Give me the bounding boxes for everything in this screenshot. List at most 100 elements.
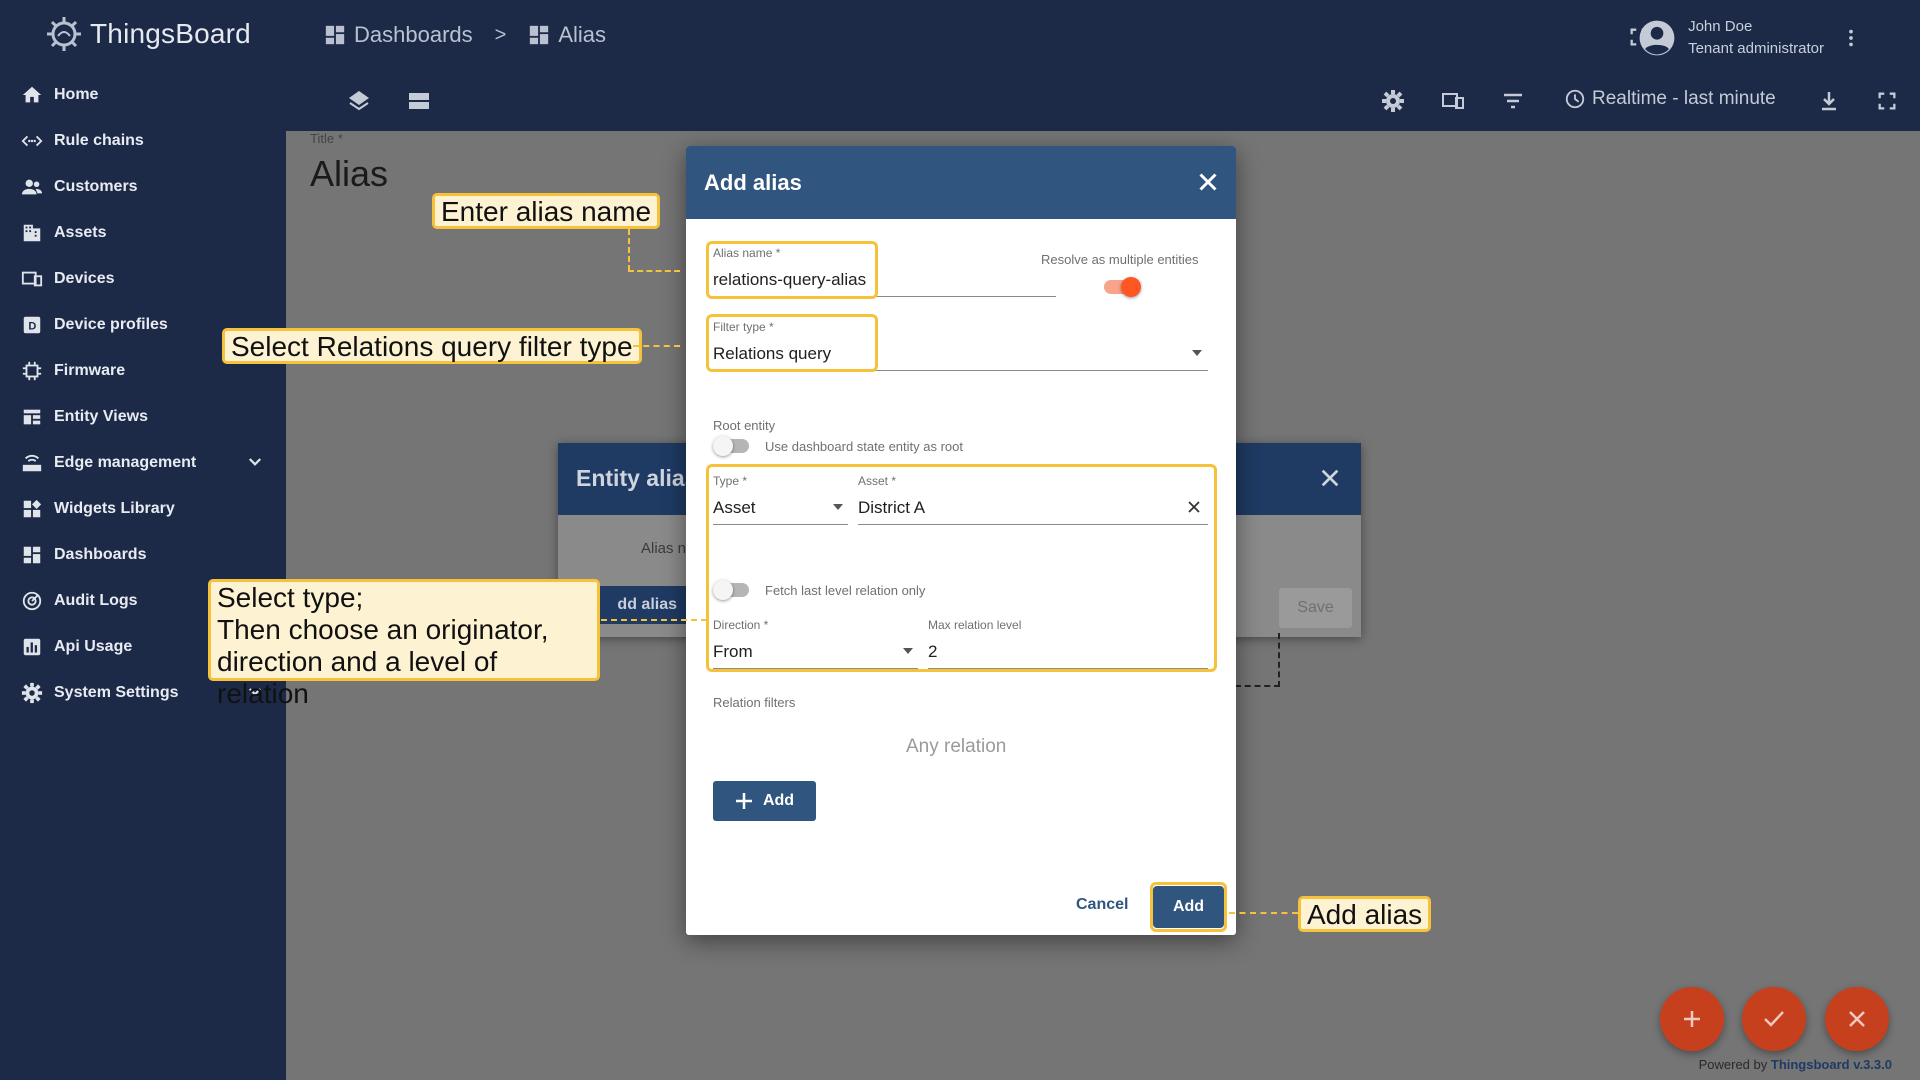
sidebar-item-rule-chains[interactable]: Rule chains	[0, 118, 286, 164]
device-profiles-icon: D	[20, 313, 44, 337]
resolve-multiple-label: Resolve as multiple entities	[1041, 252, 1199, 267]
chevron-down-icon[interactable]	[246, 453, 264, 471]
filter-icon[interactable]	[1500, 88, 1526, 114]
decline-changes-fab[interactable]	[1825, 987, 1889, 1051]
add-relation-filter-button[interactable]: Add	[713, 781, 816, 821]
timewindow-label: Realtime - last minute	[1592, 88, 1776, 109]
close-icon[interactable]	[1319, 467, 1341, 489]
max-level-input[interactable]: 2	[928, 642, 937, 662]
devices-icon[interactable]	[1440, 88, 1466, 114]
sidebar-item-label: Firmware	[54, 362, 126, 379]
breadcrumb: Dashboards > Alias	[324, 22, 606, 48]
sidebar-item-label: Assets	[54, 224, 107, 241]
alias-column-header: Alias n	[641, 540, 687, 557]
dashboard-toolbar: Realtime - last minute	[286, 80, 1920, 122]
callout-relations: Select type; Then choose an originator, …	[208, 579, 600, 709]
fullscreen-icon[interactable]	[1874, 88, 1900, 114]
callout-connector	[633, 345, 680, 347]
dashboards-icon	[325, 25, 345, 45]
relations-settings-highlight	[706, 464, 1217, 672]
direction-label: Direction *	[713, 618, 769, 632]
user-menu[interactable]: John Doe Tenant administrator	[1638, 16, 1856, 60]
logo-text: ThingsBoard	[90, 18, 251, 49]
dashboard-icon	[530, 25, 549, 45]
use-state-entity-toggle[interactable]	[713, 436, 749, 456]
dialog-title: Add alias	[704, 170, 802, 195]
firmware-icon	[20, 359, 44, 383]
sidebar-item-label: Entity Views	[54, 408, 148, 425]
asset-autocomplete[interactable]: District A	[858, 498, 925, 518]
sidebar-item-label: Dashboards	[54, 546, 147, 563]
svg-text:D: D	[28, 321, 36, 333]
customers-icon	[20, 175, 44, 199]
root-entity-label: Root entity	[713, 418, 776, 433]
timewindow-selector[interactable]: Realtime - last minute	[1564, 88, 1776, 110]
add-relation-filter-label: Add	[762, 792, 795, 809]
cancel-button[interactable]: Cancel	[1076, 896, 1128, 914]
powered-by: Powered by Thingsboard v.3.3.0	[1699, 1057, 1892, 1072]
audit-logs-icon	[20, 589, 44, 613]
sidebar-item-label: Edge management	[54, 454, 197, 471]
resolve-multiple-toggle[interactable]	[1104, 277, 1141, 297]
callout-connector	[628, 229, 630, 271]
layout-icon[interactable]	[406, 88, 432, 114]
sidebar-item-label: Api Usage	[54, 638, 133, 655]
close-icon[interactable]	[1198, 172, 1218, 192]
user-role: Tenant administrator	[1688, 40, 1824, 57]
api-usage-icon	[20, 635, 44, 659]
dropdown-arrow-icon[interactable]	[902, 647, 914, 655]
dropdown-arrow-icon[interactable]	[1191, 349, 1203, 357]
sidebar-item-widgets-library[interactable]: Widgets Library	[0, 486, 286, 532]
toggle-knob	[1121, 277, 1141, 297]
callout-relations-line3: direction and a level of relation	[217, 646, 498, 709]
fetch-last-level-toggle[interactable]	[713, 580, 749, 600]
sidebar-item-label: Rule chains	[54, 132, 144, 149]
dropdown-arrow-icon[interactable]	[832, 503, 844, 511]
assets-icon	[20, 221, 44, 245]
save-button[interactable]: Save	[1279, 588, 1352, 628]
sidebar-item-label: Widgets Library	[54, 500, 175, 517]
asset-label: Asset *	[858, 474, 897, 488]
more-vert-icon[interactable]	[1846, 27, 1856, 49]
devices-icon	[20, 267, 44, 291]
breadcrumb-current: Alias	[558, 22, 607, 47]
layers-icon[interactable]	[346, 88, 372, 114]
close-icon	[1849, 1011, 1865, 1027]
toggle-knob	[713, 580, 733, 600]
callout-add-alias: Add alias	[1298, 896, 1432, 932]
callout-connector	[601, 619, 707, 621]
type-select[interactable]: Asset	[713, 498, 756, 518]
breadcrumb-dashboards[interactable]: Dashboards	[354, 22, 473, 48]
rule-chains-icon	[20, 129, 44, 153]
clear-icon[interactable]	[1188, 501, 1200, 513]
thingsboard-logo[interactable]: ThingsBoard	[44, 14, 251, 54]
entity-aliases-title: Entity alias	[576, 465, 698, 491]
download-icon[interactable]	[1816, 88, 1842, 114]
type-label: Type *	[713, 474, 748, 488]
max-level-underline	[928, 668, 1208, 669]
callout-connector	[1229, 912, 1298, 914]
add-widget-fab[interactable]	[1660, 987, 1724, 1051]
sidebar-item-edge-management[interactable]: Edge management	[0, 440, 286, 486]
sidebar: ThingsBoard Home Rule chains Customers A…	[0, 0, 286, 1080]
dashed-placeholder	[1235, 633, 1280, 687]
entity-views-icon	[20, 405, 44, 429]
user-name: John Doe	[1688, 18, 1753, 35]
direction-select[interactable]: From	[713, 642, 753, 662]
sidebar-item-entity-views[interactable]: Entity Views	[0, 394, 286, 440]
powered-link[interactable]: Thingsboard v.3.3.0	[1771, 1057, 1892, 1072]
callout-alias-name: Enter alias name	[432, 193, 661, 229]
sidebar-item-devices[interactable]: Devices	[0, 256, 286, 302]
plus-icon	[1684, 1011, 1700, 1027]
settings-icon[interactable]	[1380, 88, 1406, 114]
sidebar-item-assets[interactable]: Assets	[0, 210, 286, 256]
sidebar-item-home[interactable]: Home	[0, 72, 286, 118]
apply-changes-fab[interactable]	[1742, 987, 1806, 1051]
dashboard-title: Alias	[310, 153, 389, 194]
sidebar-item-label: Customers	[54, 178, 138, 195]
sidebar-item-label: Device profiles	[54, 316, 168, 333]
add-alias-dialog: Add alias Alias name * relations-query-a…	[686, 146, 1236, 935]
sidebar-item-dashboards[interactable]: Dashboards	[0, 532, 286, 578]
edge-icon	[20, 451, 44, 475]
sidebar-item-customers[interactable]: Customers	[0, 164, 286, 210]
